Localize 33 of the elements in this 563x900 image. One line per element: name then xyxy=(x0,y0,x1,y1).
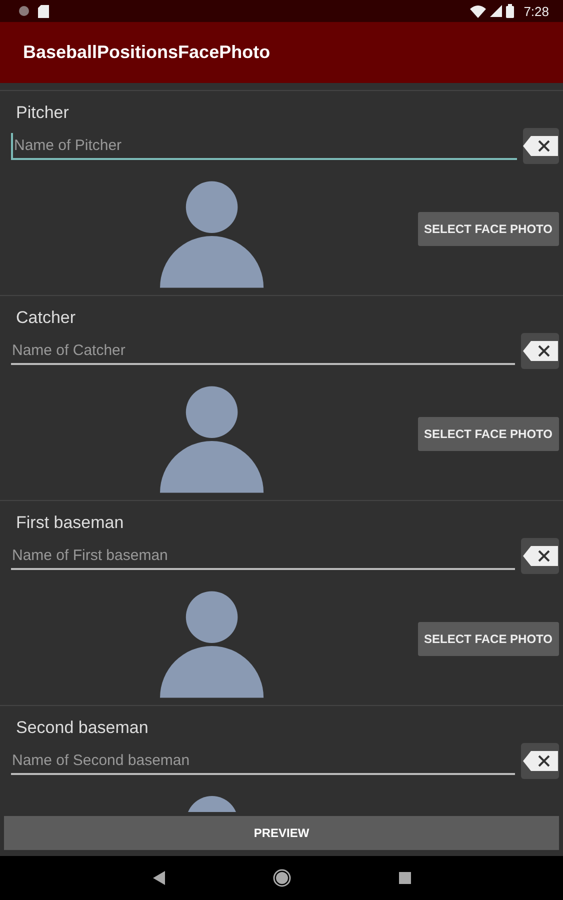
backspace-icon xyxy=(523,545,559,567)
select-photo-button[interactable]: SELECT FACE PHOTO xyxy=(418,622,559,656)
person-icon xyxy=(160,385,264,493)
sd-card-icon xyxy=(38,4,49,18)
clear-button[interactable] xyxy=(521,743,559,779)
select-photo-button[interactable]: SELECT FACE PHOTO xyxy=(418,212,559,246)
position-label: First baseman xyxy=(16,512,125,534)
home-icon[interactable] xyxy=(272,869,290,887)
back-icon[interactable] xyxy=(152,871,164,885)
backspace-icon xyxy=(523,340,559,362)
clear-button[interactable] xyxy=(523,128,559,164)
position-label: Pitcher xyxy=(16,102,70,124)
recents-icon[interactable] xyxy=(398,872,410,884)
name-field[interactable]: Name of Second baseman xyxy=(11,748,515,775)
wifi-icon xyxy=(470,4,486,18)
person-icon xyxy=(160,180,264,288)
backspace-icon xyxy=(523,750,559,772)
clear-button[interactable] xyxy=(521,333,559,369)
backspace-icon xyxy=(523,135,559,157)
clear-button[interactable] xyxy=(521,538,559,574)
battery-icon xyxy=(506,4,514,18)
person-icon xyxy=(160,590,264,698)
preview-button[interactable]: PREVIEW xyxy=(4,816,559,850)
position-label: Second baseman xyxy=(16,717,150,739)
name-field[interactable]: Name of Pitcher xyxy=(11,133,517,160)
select-photo-button[interactable]: SELECT FACE PHOTO xyxy=(418,417,559,451)
name-field[interactable]: Name of Catcher xyxy=(11,338,515,365)
app-title: BaseballPositionsFacePhoto xyxy=(23,42,270,63)
position-label: Catcher xyxy=(16,307,77,329)
clock-time: 7:28 xyxy=(524,4,549,18)
signal-icon xyxy=(490,5,502,17)
notification-dot-icon xyxy=(18,5,30,17)
name-field[interactable]: Name of First baseman xyxy=(11,543,515,570)
